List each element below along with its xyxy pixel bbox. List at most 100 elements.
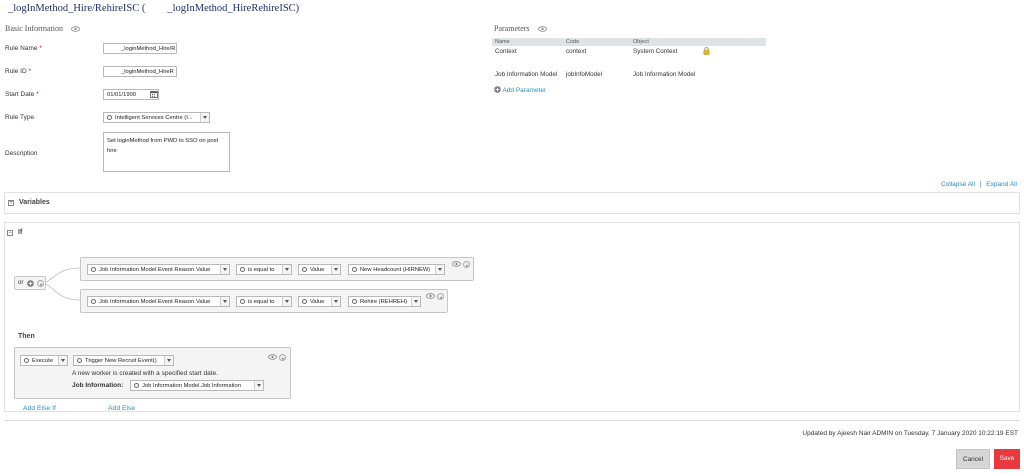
- variables-label: Variables: [19, 199, 50, 206]
- action-select[interactable]: Execute: [20, 355, 68, 366]
- cancel-button[interactable]: Cancel: [956, 449, 990, 469]
- search-icon: [302, 267, 307, 272]
- variables-panel: + Variables: [4, 192, 1020, 214]
- condition-row-1: Job Information Model.Event Reason.Value…: [80, 257, 474, 281]
- add-parameter-label: Add Parameter: [502, 87, 547, 94]
- chevron-down-icon[interactable]: [37, 280, 44, 287]
- chevron-down-icon[interactable]: [164, 356, 173, 365]
- param-object: System Context: [633, 48, 678, 55]
- condition-field-select[interactable]: Job Information Model.Event Reason.Value: [87, 296, 230, 307]
- job-information-value: Job Information Model.Job Information: [142, 383, 241, 389]
- save-button[interactable]: Save: [994, 449, 1020, 469]
- add-else-if-link[interactable]: Add Else If: [23, 405, 56, 412]
- title-right: _logInMethod_HireRehireISC): [167, 3, 300, 14]
- condition-field-value: Job Information Model.Event Reason.Value: [99, 267, 211, 273]
- condition-field-select[interactable]: Job Information Model.Event Reason.Value: [87, 264, 230, 275]
- basic-info-heading-text: Basic Information: [5, 24, 63, 33]
- condition-field-value: Job Information Model.Event Reason.Value: [99, 299, 211, 305]
- condition-kind-select[interactable]: Value: [298, 296, 341, 307]
- parameters-table-header: Name Code Object: [492, 38, 766, 46]
- search-icon: [91, 267, 96, 272]
- add-parameter-link[interactable]: Add Parameter: [494, 86, 546, 94]
- collapse-all-link[interactable]: Collapse All: [941, 181, 975, 188]
- eye-icon[interactable]: [452, 261, 461, 267]
- rule-name-input[interactable]: _loginMethod_Hire/R: [103, 43, 177, 54]
- eye-icon[interactable]: [268, 354, 277, 360]
- parameters-heading-text: Parameters: [494, 24, 530, 33]
- chevron-down-icon[interactable]: [279, 354, 286, 361]
- condition-kind-select[interactable]: Value: [298, 264, 341, 275]
- chevron-down-icon[interactable]: [435, 265, 444, 274]
- chevron-down-icon[interactable]: [200, 113, 209, 122]
- rule-name-label-text: Rule Name: [5, 45, 38, 52]
- basic-info-heading: Basic Information: [5, 24, 80, 33]
- chevron-down-icon[interactable]: [411, 297, 420, 306]
- chevron-down-icon[interactable]: [463, 261, 470, 268]
- eye-icon[interactable]: [537, 26, 547, 32]
- rule-type-value: Intelligent Services Centre (I...: [115, 115, 193, 121]
- chevron-down-icon[interactable]: [437, 293, 444, 300]
- start-date-label-text: Start Date: [5, 91, 35, 98]
- column-header-name: Name: [495, 39, 510, 45]
- search-icon: [24, 358, 29, 363]
- chevron-down-icon[interactable]: [220, 265, 229, 274]
- expand-toggle-icon[interactable]: +: [8, 200, 14, 206]
- chevron-down-icon[interactable]: [331, 297, 340, 306]
- updated-info: Updated by Ajeesh Nair ADMIN on Tuesday,…: [802, 430, 1018, 437]
- plus-circle-icon[interactable]: [27, 280, 34, 287]
- param-name: Context: [495, 48, 517, 55]
- action-value: Execute: [32, 358, 53, 364]
- condition-operator-value: is equal to: [248, 299, 275, 305]
- condition-operator-select[interactable]: is equal to: [236, 296, 292, 307]
- eye-icon[interactable]: [426, 293, 435, 299]
- rule-type-label: Rule Type: [5, 114, 35, 121]
- or-operator-label: or: [18, 280, 24, 286]
- function-select[interactable]: Trigger New Recruit Event(): [73, 355, 174, 366]
- chevron-down-icon[interactable]: [220, 297, 229, 306]
- condition-value-text: Rehire (REHREH): [360, 299, 408, 305]
- condition-value-select[interactable]: New Headcount (HIRNEW): [348, 264, 445, 275]
- eye-icon[interactable]: [71, 26, 80, 32]
- search-icon: [240, 299, 245, 304]
- chevron-down-icon[interactable]: [282, 297, 291, 306]
- rule-type-select[interactable]: Intelligent Services Centre (I...: [103, 112, 210, 123]
- search-icon: [134, 383, 139, 388]
- search-icon: [91, 299, 96, 304]
- condition-value-text: New Headcount (HIRNEW): [360, 267, 431, 273]
- then-action-box: Execute Trigger New Recruit Event() A ne…: [14, 347, 291, 399]
- column-header-code: Code: [566, 39, 580, 45]
- required-marker: *: [39, 45, 42, 52]
- search-icon: [352, 299, 357, 304]
- rule-id-input[interactable]: _loginMethod_HireR: [103, 66, 177, 77]
- description-label: Description: [5, 150, 38, 157]
- job-information-select[interactable]: Job Information Model.Job Information: [130, 380, 264, 391]
- add-else-link[interactable]: Add Else: [108, 405, 135, 412]
- chevron-down-icon[interactable]: [282, 265, 291, 274]
- condition-kind-value: Value: [310, 267, 325, 273]
- required-marker: *: [28, 68, 32, 75]
- param-code: jobInfoModel: [566, 71, 603, 78]
- condition-operator-select[interactable]: is equal to: [236, 264, 292, 275]
- function-description: A new worker is created with a specified…: [72, 370, 218, 377]
- search-icon: [240, 267, 245, 272]
- collapse-toggle-icon[interactable]: −: [7, 230, 13, 236]
- condition-row-2: Job Information Model.Event Reason.Value…: [80, 289, 448, 313]
- table-row: Job Information Model jobInfoModel Job I…: [492, 61, 766, 78]
- chevron-down-icon[interactable]: [254, 381, 263, 390]
- calendar-icon[interactable]: [150, 90, 158, 98]
- parameters-heading: Parameters: [494, 24, 547, 33]
- chevron-down-icon[interactable]: [58, 356, 67, 365]
- footer-divider: [4, 420, 1020, 421]
- start-date-value: 01/01/1900: [107, 92, 137, 98]
- chevron-down-icon[interactable]: [331, 265, 340, 274]
- condition-value-select[interactable]: Rehire (REHREH): [348, 296, 421, 307]
- function-value: Trigger New Recruit Event(): [85, 358, 157, 364]
- description-textarea[interactable]: Set loginMethod from PWD to SSO on post …: [103, 132, 230, 172]
- title-left: _logInMethod_Hire/RehireISC (: [8, 3, 146, 14]
- toolbar-separator: |: [979, 181, 982, 188]
- search-icon: [302, 299, 307, 304]
- param-name: Job Information Model: [495, 71, 558, 78]
- or-operator-box[interactable]: or: [14, 276, 46, 290]
- expand-all-link[interactable]: Expand All: [986, 181, 1017, 188]
- required-marker: *: [36, 91, 39, 98]
